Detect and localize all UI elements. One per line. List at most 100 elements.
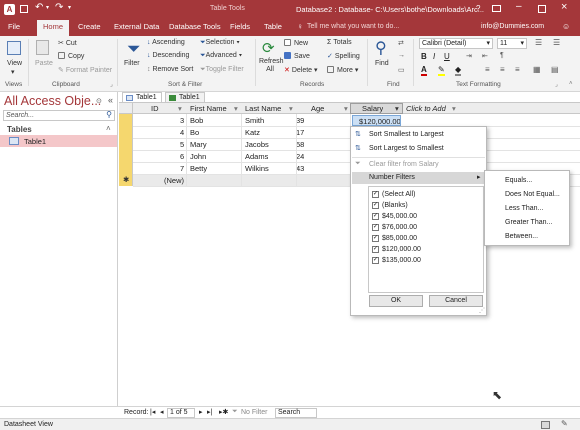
column-header-click-to-add[interactable]: Click to Add <box>406 104 446 113</box>
refresh-all-button[interactable]: Refresh All <box>259 58 284 74</box>
view-button[interactable]: View <box>7 60 22 67</box>
new-record-nav-icon[interactable]: ▸✱ <box>219 408 228 416</box>
cell-age[interactable]: 17 <box>296 128 304 137</box>
filter-button[interactable]: Filter <box>124 60 140 67</box>
tab-home[interactable]: Home <box>37 20 70 36</box>
cell-last-name[interactable]: Katz <box>245 128 260 137</box>
redo-icon[interactable]: ↷ <box>55 2 63 13</box>
filter-equals[interactable]: Equals... <box>505 177 532 184</box>
help-button[interactable]: ? <box>476 4 480 13</box>
more-button[interactable]: More ▾ <box>327 66 358 74</box>
chevron-down-icon[interactable]: ▾ <box>46 4 49 11</box>
save-record-button[interactable]: Save <box>284 52 310 60</box>
cell-first-name[interactable]: Bob <box>190 116 203 125</box>
new-record-button[interactable]: New <box>284 39 308 47</box>
column-header-last-name[interactable]: Last Name <box>245 104 281 113</box>
record-search-input[interactable]: Search <box>275 408 317 418</box>
nav-menu-icon[interactable]: ⊙ <box>96 97 102 105</box>
cell-age[interactable]: 58 <box>296 140 304 149</box>
nav-search-input[interactable]: Search... ⚲ <box>3 110 115 121</box>
totals-button[interactable]: Σ Totals <box>327 39 352 46</box>
indent-icon[interactable]: ⇥ <box>466 52 472 60</box>
cell-first-name[interactable]: Betty <box>190 164 207 173</box>
delete-record-button[interactable]: ✕ Delete ▾ <box>284 66 318 74</box>
maximize-button[interactable] <box>538 5 546 13</box>
dialog-launcher-icon[interactable]: ⌟ <box>110 81 113 88</box>
tab-fields[interactable]: Fields <box>230 22 250 31</box>
font-size-select[interactable]: 11 ▾ <box>497 38 527 49</box>
tell-me-input[interactable]: Tell me what you want to do... <box>307 23 399 30</box>
align-left-icon[interactable]: ≡ <box>485 65 490 74</box>
align-right-icon[interactable]: ≡ <box>515 65 520 74</box>
toggle-filter-button[interactable]: ⏷Toggle Filter <box>200 66 244 74</box>
current-record-field[interactable]: 1 of 5 <box>167 408 195 418</box>
alt-row-color-icon[interactable]: ▤ <box>551 65 559 74</box>
no-filter-button[interactable]: No Filter <box>241 409 267 416</box>
column-header-id[interactable]: ID <box>151 104 159 113</box>
column-header-chevron-icon[interactable]: ▾ <box>289 104 293 113</box>
font-color-icon[interactable]: A <box>421 65 427 76</box>
sort-smallest-to-largest[interactable]: Sort Smallest to Largest <box>369 131 444 138</box>
select-all-corner[interactable] <box>119 103 133 114</box>
highlight-icon[interactable]: ✎ <box>438 65 445 76</box>
checkbox-checked-icon[interactable]: ✓ <box>372 235 379 242</box>
tab-file[interactable]: File <box>8 22 20 31</box>
nav-item-table1[interactable]: Table1 <box>0 135 117 147</box>
gridlines-icon[interactable]: ▦ <box>533 65 541 74</box>
cell-last-name[interactable]: Adams <box>245 152 268 161</box>
find-icon[interactable]: ⚲ <box>375 38 387 58</box>
format-painter-button[interactable]: ✎ Format Painter <box>58 66 112 74</box>
column-header-salary[interactable]: Salary <box>362 104 383 113</box>
cell-salary-selected[interactable]: $120,000.00 <box>352 115 401 126</box>
resize-grip-icon[interactable]: ⋰ <box>479 307 485 314</box>
tab-create[interactable]: Create <box>78 22 101 31</box>
goto-icon[interactable]: → <box>398 52 405 59</box>
doc-tab-table1[interactable]: Table1 <box>122 92 162 102</box>
underline-button[interactable]: U <box>444 52 450 61</box>
design-view-icon[interactable]: ✎ <box>561 419 568 428</box>
advanced-button[interactable]: ⏷Advanced ▾ <box>200 52 242 60</box>
column-header-chevron-icon[interactable]: ▾ <box>234 104 238 113</box>
cell-id[interactable]: 7 <box>180 164 184 173</box>
spelling-button[interactable]: ✓ Spelling <box>327 52 360 60</box>
numbering-icon[interactable]: ☰ <box>553 38 560 47</box>
cell-age[interactable]: 39 <box>296 116 304 125</box>
cell-age[interactable]: 43 <box>296 164 304 173</box>
column-header-chevron-icon[interactable]: ▾ <box>452 104 456 113</box>
paragraph-icon[interactable]: ¶ <box>500 52 504 59</box>
smiley-icon[interactable]: ☺ <box>562 22 570 31</box>
filter-less-than[interactable]: Less Than... <box>505 205 543 212</box>
view-icon[interactable] <box>7 41 21 55</box>
filter-between[interactable]: Between... <box>505 233 538 240</box>
checkbox-checked-icon[interactable]: ✓ <box>372 224 379 231</box>
bold-button[interactable]: B <box>421 52 427 61</box>
checkbox-checked-icon[interactable]: ✓ <box>372 246 379 253</box>
column-header-age[interactable]: Age <box>311 104 324 113</box>
next-record-icon[interactable]: ▸ <box>199 408 203 416</box>
checkbox-checked-icon[interactable]: ✓ <box>372 213 379 220</box>
ascending-button[interactable]: ↓ Ascending <box>147 39 185 46</box>
tab-external-data[interactable]: External Data <box>114 22 159 31</box>
save-icon[interactable] <box>20 5 28 13</box>
ok-button[interactable]: OK <box>369 295 423 307</box>
clear-filter-salary[interactable]: Clear filter from Salary <box>369 161 439 168</box>
cell-id[interactable]: 3 <box>180 116 184 125</box>
column-header-chevron-icon[interactable]: ▾ <box>178 104 182 113</box>
minimize-button[interactable]: – <box>516 1 522 12</box>
column-header-first-name[interactable]: First Name <box>190 104 227 113</box>
filter-greater-than[interactable]: Greater Than... <box>505 219 552 226</box>
checkbox-checked-icon[interactable]: ✓ <box>372 191 379 198</box>
cell-id[interactable]: 5 <box>180 140 184 149</box>
doc-tab-table1-query[interactable]: Table1 <box>165 92 205 102</box>
bullets-icon[interactable]: ☰ <box>535 38 542 47</box>
cut-button[interactable]: ✂ Cut <box>58 39 77 47</box>
close-button[interactable]: × <box>561 1 567 13</box>
copy-button[interactable]: Copy <box>58 52 84 60</box>
fill-color-icon[interactable]: ◆ <box>455 65 462 76</box>
paste-icon[interactable] <box>36 40 49 55</box>
cell-id[interactable]: 6 <box>180 152 184 161</box>
section-collapse-icon[interactable]: ˄ <box>106 124 111 133</box>
select-icon[interactable]: ▭ <box>398 66 405 74</box>
chevron-down-icon[interactable]: ▾ <box>11 68 15 76</box>
first-record-icon[interactable]: |◂ <box>150 408 155 416</box>
